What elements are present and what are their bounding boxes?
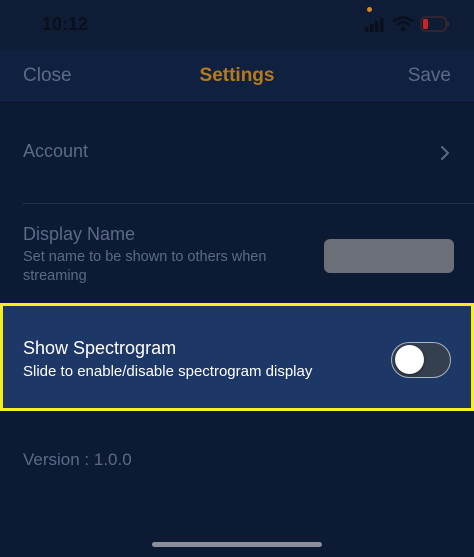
version-label: Version : 1.0.0 [23,450,132,469]
status-bar: 10:12 [0,0,474,50]
account-row[interactable]: Account [0,103,474,203]
toggle-knob [395,345,424,374]
camera-indicator-dot [367,7,372,12]
divider [23,203,474,204]
display-name-input[interactable] [324,239,454,273]
signal-icon [365,18,384,32]
spectrogram-row: Show Spectrogram Slide to enable/disable… [0,303,474,411]
account-label: Account [23,141,89,161]
chevron-right-icon [441,146,449,160]
spectrogram-description: Slide to enable/disable spectrogram disp… [23,363,313,380]
spectrogram-toggle[interactable] [391,342,451,378]
navigation-bar: Close Settings Save [0,50,474,103]
status-time: 10:12 [42,14,89,34]
home-indicator [152,542,322,547]
battery-icon [420,16,450,32]
display-name-description: Set name to be shown to others when stre… [23,249,267,284]
save-button[interactable]: Save [408,65,451,87]
wifi-icon [393,16,413,32]
spectrogram-label: Show Spectrogram [23,338,177,358]
display-name-label: Display Name [23,224,136,244]
page-title: Settings [199,65,275,86]
